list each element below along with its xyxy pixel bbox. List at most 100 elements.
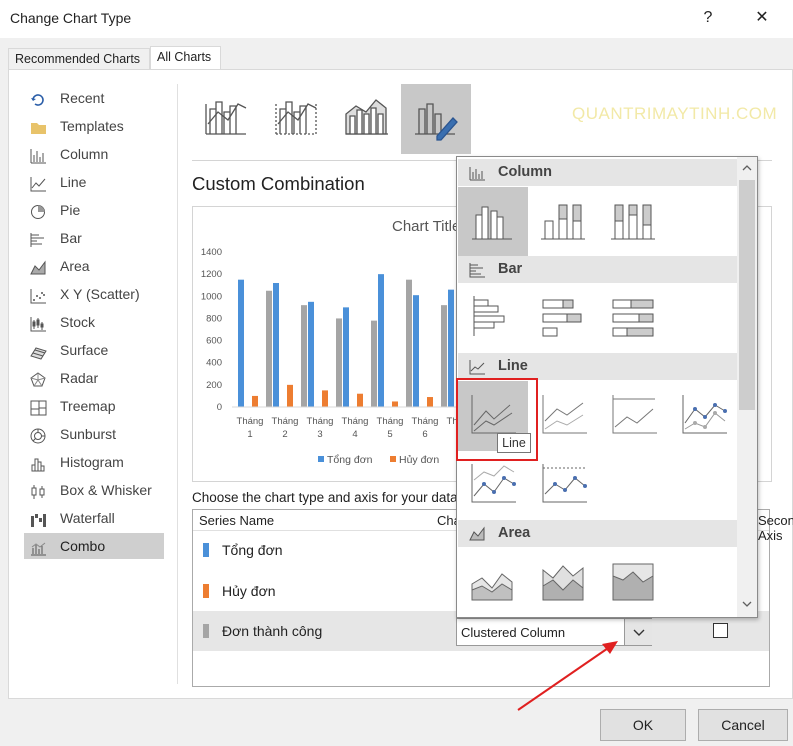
- sidebar-item-label: Box & Whisker: [60, 482, 152, 498]
- x-tick-label: 4: [352, 429, 357, 440]
- secondary-axis-checkbox[interactable]: [713, 623, 728, 638]
- sidebar-item-label: Pie: [60, 202, 81, 218]
- 100-stacked-area-option[interactable]: [599, 548, 669, 617]
- sidebar-item-label: Recent: [60, 90, 105, 106]
- bar-đơn-thành-công-1: [266, 290, 272, 407]
- y-tick-label: 0: [217, 402, 222, 413]
- series-color-swatch: [203, 584, 209, 598]
- line-chart-icon: [30, 174, 47, 192]
- sidebar-item-label: Column: [60, 146, 109, 162]
- bar-tổng-đơn-4: [343, 307, 349, 407]
- bar-hủy-đơn-3: [322, 390, 328, 407]
- clustered-column-option[interactable]: [458, 187, 528, 257]
- y-tick-label: 400: [206, 358, 222, 369]
- legend-swatch: [318, 456, 324, 462]
- sidebar-item-bar[interactable]: Bar: [24, 225, 164, 251]
- sidebar-item-histogram[interactable]: Histogram: [24, 449, 164, 475]
- bar-hủy-đơn-2: [287, 384, 293, 407]
- y-tick-label: 1200: [201, 269, 222, 280]
- stacked-line-option[interactable]: [529, 381, 599, 451]
- dialog-title: Change Chart Type: [10, 10, 132, 26]
- 100-stacked-line-markers-option[interactable]: [529, 450, 599, 520]
- help-button[interactable]: ?: [696, 6, 720, 30]
- line-with-markers-option[interactable]: [669, 381, 739, 451]
- sidebar-item-waterfall[interactable]: Waterfall: [24, 505, 164, 531]
- scroll-thumb[interactable]: [739, 180, 755, 410]
- bar-tổng-đơn-7: [448, 289, 454, 407]
- sidebar-item-column[interactable]: Column: [24, 141, 164, 167]
- sidebar-item-box-whisker[interactable]: Box & Whisker: [24, 477, 164, 503]
- chart-title: Chart Title: [392, 218, 461, 235]
- section-label: Bar: [498, 261, 523, 277]
- clustered-column-line-icon[interactable]: [192, 84, 262, 154]
- preview-bar-chart: 1400 1200 1000 800 600 400 200 0 Tháng 1 Tháng 2 Thá…: [201, 247, 456, 466]
- stacked-area-column-icon[interactable]: [332, 84, 402, 154]
- surface-chart-icon: [30, 342, 47, 360]
- column-chart-icon: [469, 167, 485, 181]
- series-name: Hủy đơn: [222, 583, 276, 599]
- sidebar-item-treemap[interactable]: Treemap: [24, 393, 164, 419]
- sidebar-item-line[interactable]: Line: [24, 169, 164, 195]
- clustered-bar-option[interactable]: [458, 284, 528, 354]
- x-tick-label: Tháng: [237, 416, 264, 427]
- x-tick-label: 6: [422, 429, 427, 440]
- scroll-down-icon[interactable]: [739, 596, 755, 612]
- cancel-button[interactable]: Cancel: [698, 709, 788, 741]
- series-name: Đơn thành công: [222, 623, 323, 639]
- bar-đơn-thành-công-5: [406, 279, 412, 407]
- sidebar-item-label: X Y (Scatter): [60, 286, 140, 302]
- column-chart-icon: [30, 146, 47, 164]
- sidebar-item-stock[interactable]: Stock: [24, 309, 164, 335]
- tab-all-charts[interactable]: All Charts: [150, 46, 221, 70]
- line-chart-icon: [469, 360, 485, 375]
- sidebar-item-pie[interactable]: Pie: [24, 197, 164, 223]
- sidebar-item-area[interactable]: Area: [24, 253, 164, 279]
- sidebar-item-templates[interactable]: Templates: [24, 113, 164, 139]
- tab-recommended-charts[interactable]: Recommended Charts: [8, 48, 150, 70]
- sidebar-item-label: Area: [60, 258, 90, 274]
- dropdown-section-line: Line: [458, 353, 738, 380]
- bar-đơn-thành-công-2: [301, 305, 307, 407]
- sidebar-item-sunburst[interactable]: Sunburst: [24, 421, 164, 447]
- sidebar-item-label: Waterfall: [60, 510, 115, 526]
- folder-icon: [30, 118, 47, 134]
- combo-chart-icon: [30, 538, 47, 556]
- bar-tổng-đơn-5: [378, 274, 384, 407]
- stacked-bar-option[interactable]: [529, 284, 599, 354]
- close-button[interactable]: ✕: [750, 6, 774, 30]
- series-name: Tổng đơn: [222, 542, 283, 558]
- sidebar-item-label: Radar: [60, 370, 99, 386]
- sidebar-item-recent[interactable]: Recent: [24, 85, 164, 111]
- ok-button[interactable]: OK: [600, 709, 686, 741]
- scroll-up-icon[interactable]: [739, 160, 755, 176]
- sidebar-item-combo[interactable]: Combo: [24, 533, 164, 559]
- sunburst-chart-icon: [30, 426, 47, 444]
- y-tick-label: 600: [206, 336, 222, 347]
- y-tick-label: 200: [206, 380, 222, 391]
- box-whisker-chart-icon: [30, 482, 47, 499]
- recent-icon: [30, 90, 47, 106]
- stacked-column-option[interactable]: [529, 187, 599, 257]
- x-tick-label: Tháng: [307, 416, 334, 427]
- custom-combination-icon[interactable]: [401, 84, 471, 154]
- clustered-column-line-secondary-icon[interactable]: [262, 84, 332, 154]
- sidebar-item-surface[interactable]: Surface: [24, 337, 164, 363]
- legend-swatch: [390, 456, 396, 462]
- x-tick-label: 3: [317, 429, 322, 440]
- stock-chart-icon: [30, 314, 47, 332]
- y-tick-label: 1400: [201, 247, 222, 258]
- stacked-area-option[interactable]: [529, 548, 599, 617]
- bar-hủy-đơn-6: [427, 397, 433, 407]
- sidebar-divider: [177, 84, 178, 684]
- sidebar-item-radar[interactable]: Radar: [24, 365, 164, 391]
- 100-stacked-bar-option[interactable]: [599, 284, 669, 354]
- 100-stacked-column-option[interactable]: [599, 187, 669, 257]
- 100-stacked-line-option[interactable]: [599, 381, 669, 451]
- dropdown-section-area: Area: [458, 520, 738, 547]
- sidebar-item-label: Bar: [60, 230, 82, 246]
- sidebar-item-x-y-scatter[interactable]: X Y (Scatter): [24, 281, 164, 307]
- x-tick-label: Tháng: [412, 416, 439, 427]
- x-tick-label: Tháng: [377, 416, 404, 427]
- bar-hủy-đơn-1: [252, 395, 258, 407]
- area-option[interactable]: [458, 548, 528, 617]
